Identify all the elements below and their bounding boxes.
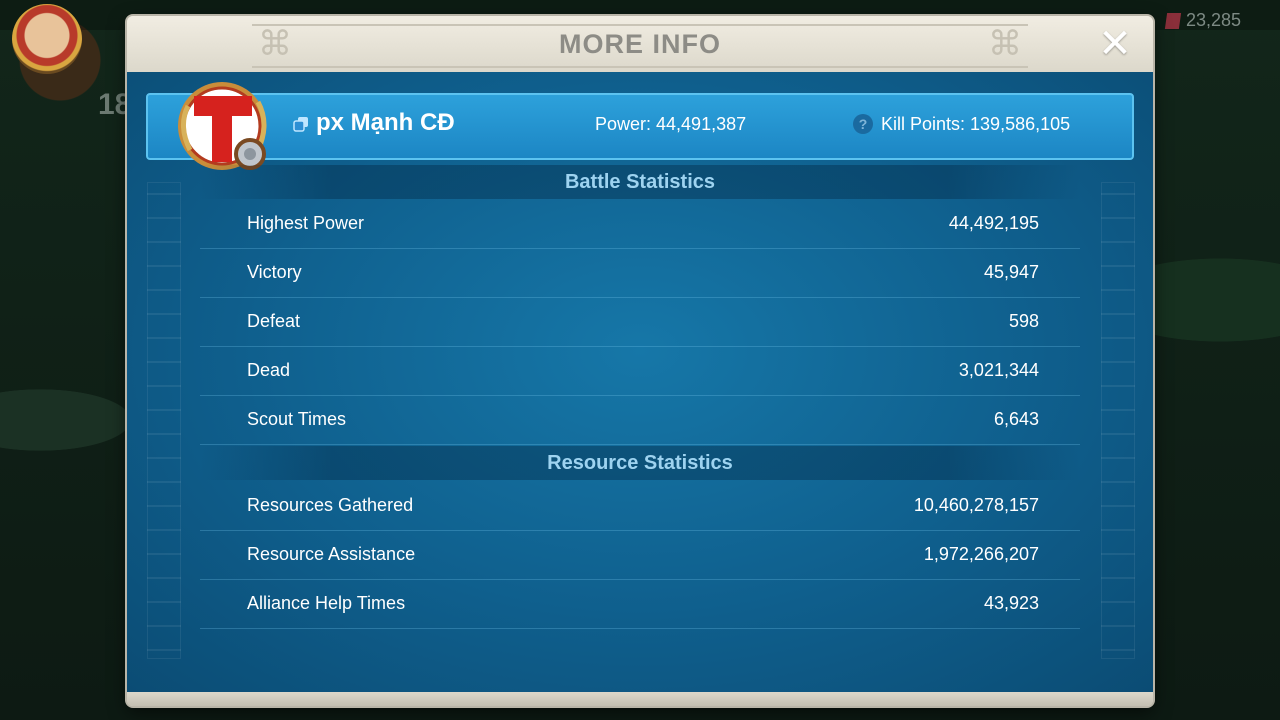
stat-value: 45,947 (983, 262, 1039, 282)
modal-bottom-edge (127, 692, 1153, 706)
stat-row-highest-power: Highest Power 44,492,195 (200, 200, 1080, 249)
stat-label: Dead (247, 360, 291, 380)
stat-row-alliance-help-times: Alliance Help Times 43,923 (200, 580, 1080, 629)
player-kill-points: Kill Points: 139,586,105 (881, 114, 1071, 134)
stat-label: Scout Times (247, 409, 347, 429)
stat-label: Resources Gathered (247, 495, 414, 515)
stat-label: Highest Power (247, 213, 365, 233)
stat-value: 10,460,278,157 (913, 495, 1039, 515)
modal-title: MORE INFO (559, 29, 721, 59)
player-power: Power: 44,491,387 (595, 114, 747, 134)
governor-avatar-background (12, 4, 82, 74)
stat-value: 1,972,266,207 (923, 544, 1039, 564)
stat-value: 44,492,195 (948, 213, 1039, 233)
stat-value: 6,643 (993, 409, 1039, 429)
stat-value: 598 (1008, 311, 1039, 331)
gem-counter: 23,285 (1164, 10, 1242, 31)
alliance-flag-icon[interactable] (174, 76, 274, 176)
stat-label: Resource Assistance (247, 544, 416, 564)
stat-value: 3,021,344 (958, 360, 1039, 380)
stat-value: 43,923 (983, 593, 1039, 613)
copy-icon[interactable] (293, 116, 309, 132)
right-meander-pattern (1101, 182, 1135, 659)
stat-row-scout-times: Scout Times 6,643 (200, 396, 1080, 445)
gem-count: 23,285 (1186, 10, 1242, 30)
stat-row-resource-assistance: Resource Assistance 1,972,266,207 (200, 531, 1080, 580)
stat-label: Alliance Help Times (247, 593, 406, 613)
close-button[interactable]: ✕ (1095, 24, 1135, 64)
stat-label: Defeat (247, 311, 301, 331)
close-icon: ✕ (1098, 22, 1132, 66)
stat-row-dead: Dead 3,021,344 (200, 347, 1080, 396)
left-meander-pattern (147, 182, 181, 659)
battle-statistics-header: Battle Statistics (200, 165, 1080, 199)
stat-row-resources-gathered: Resources Gathered 10,460,278,157 (200, 482, 1080, 531)
resource-statistics-header: Resource Statistics (200, 446, 1080, 480)
modal-header: ⌘ ⌘ MORE INFO ✕ (127, 16, 1153, 72)
player-name: px Mạnh CĐ (316, 109, 455, 136)
stat-row-victory: Victory 45,947 (200, 249, 1080, 298)
stat-row-defeat: Defeat 598 (200, 298, 1080, 347)
gem-icon (1164, 13, 1182, 30)
help-icon[interactable]: ? (853, 114, 873, 134)
stat-label: Victory (247, 262, 302, 282)
